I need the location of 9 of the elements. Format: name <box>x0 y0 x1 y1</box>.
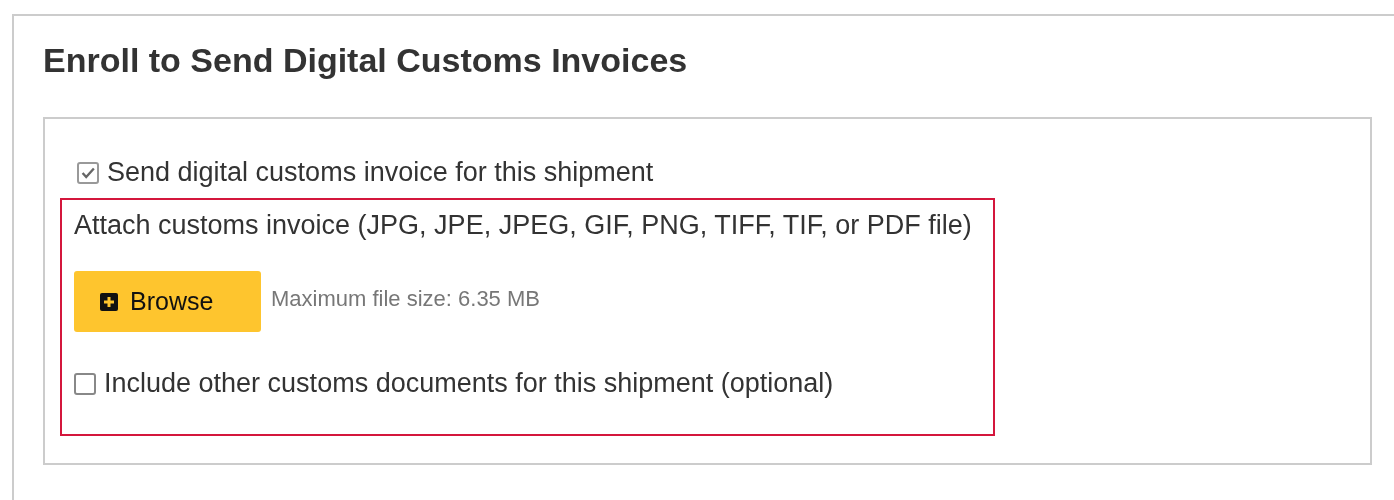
checkbox-label: Include other customs documents for this shipment (optional) <box>104 368 834 399</box>
attach-label: Attach customs invoice (JPG, JPE, JPEG, GIF, PNG, TIFF, TIF, or PDF file) <box>74 210 973 241</box>
panel-title: Enroll to Send Digital Customs Invoices <box>43 40 689 80</box>
checkbox[interactable] <box>74 372 96 395</box>
browse-button[interactable]: Browse <box>74 271 261 332</box>
file-size-hint: Maximum file size: 6.35 MB <box>271 285 540 312</box>
checkbox[interactable] <box>77 161 99 184</box>
plus-icon <box>100 292 118 311</box>
checkbox-label: Send digital customs invoice for this shipment <box>107 157 654 188</box>
